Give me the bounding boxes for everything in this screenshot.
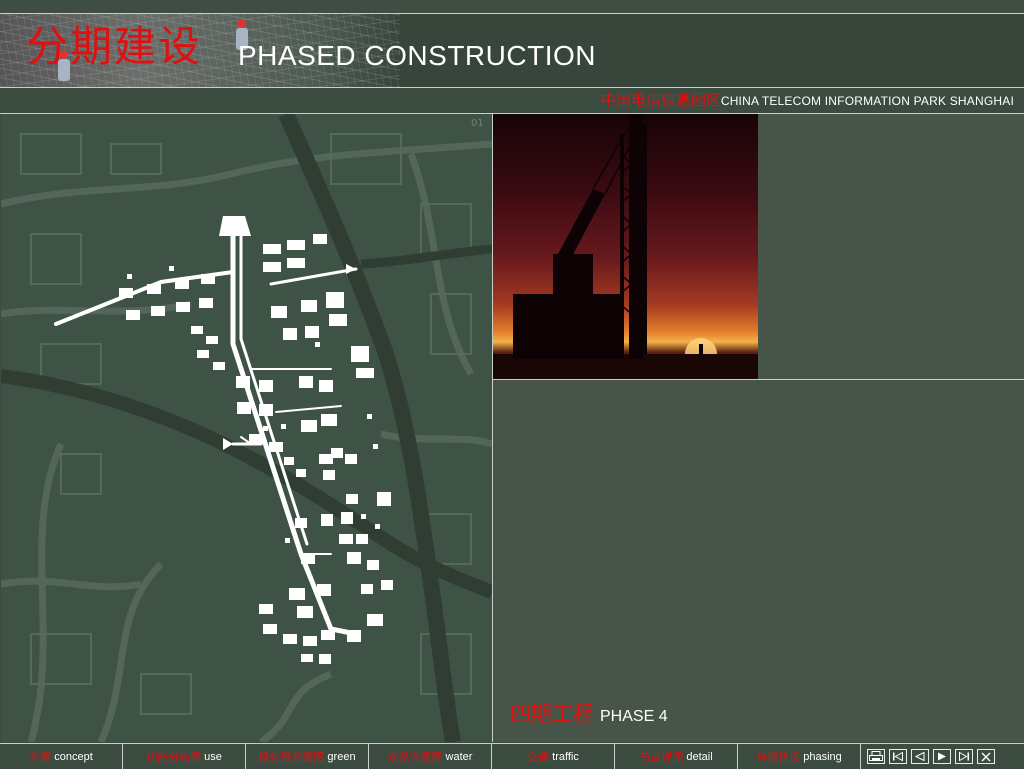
- print-icon[interactable]: [867, 749, 885, 764]
- nav-water-en: water: [445, 750, 473, 763]
- nav-concept-en: concept: [54, 750, 93, 763]
- nav-traffic[interactable]: 交通 traffic: [492, 744, 615, 769]
- nav-concept-cn: 方案: [29, 750, 52, 764]
- top-strip: [0, 0, 1024, 14]
- phase-label-cn: 四期工程: [510, 702, 594, 726]
- nav-detail[interactable]: 节点详图 detail: [615, 744, 738, 769]
- page-title-en: PHASED CONSTRUCTION: [238, 40, 596, 71]
- nav-use[interactable]: 功能分布图 use: [123, 744, 246, 769]
- next-page-icon[interactable]: [933, 749, 951, 764]
- crane-sunset-photo: [493, 114, 758, 379]
- project-name-cn: 中国电信信息园区: [600, 91, 721, 109]
- phase-label: 四期工程 PHASE 4: [510, 704, 668, 725]
- nav-detail-en: detail: [686, 750, 713, 763]
- map-page-number: 01: [471, 118, 484, 129]
- site-plan-map: 01: [1, 114, 492, 742]
- nav-traffic-cn: 交通: [527, 750, 550, 764]
- nav-use-cn: 功能分布图: [146, 750, 202, 764]
- project-bar: 中国电信信息园区 CHINA TELECOM INFORMATION PARK …: [0, 88, 1024, 113]
- nav-use-en: use: [204, 750, 222, 763]
- nav-water[interactable]: 水系方案图 water: [369, 744, 492, 769]
- nav-water-cn: 水系方案图: [387, 750, 443, 764]
- nav-phasing[interactable]: 分期建设 phasing: [738, 744, 861, 769]
- site-plan-drawing: [1, 114, 492, 742]
- phase-label-en: PHASE 4: [600, 708, 668, 725]
- photo-divider: [493, 379, 1024, 380]
- crane-silhouette: [493, 114, 758, 379]
- bottom-navigation: 方案 concept 功能分布图 use 绿化景方案图 green 水系方案图 wate…: [0, 743, 1024, 769]
- close-icon[interactable]: [977, 749, 995, 764]
- nav-phasing-en: phasing: [803, 750, 842, 763]
- nav-green-cn: 绿化景方案图: [258, 750, 325, 764]
- info-panel: 四期工程 PHASE 4: [493, 114, 1024, 742]
- previous-page-icon[interactable]: [911, 749, 929, 764]
- page-controls: [861, 744, 995, 769]
- nav-traffic-en: traffic: [552, 750, 579, 763]
- nav-detail-cn: 节点详图: [639, 750, 684, 764]
- project-name-en: CHINA TELECOM INFORMATION PARK SHANGHAI: [720, 94, 1014, 108]
- nav-phasing-cn: 分期建设: [756, 750, 801, 764]
- nav-green-en: green: [327, 750, 356, 763]
- last-page-icon[interactable]: [955, 749, 973, 764]
- first-page-icon[interactable]: [889, 749, 907, 764]
- header-banner: 分期建设 PHASED CONSTRUCTION: [0, 14, 1024, 87]
- nav-concept[interactable]: 方案 concept: [0, 744, 123, 769]
- page-title-cn: 分期建设: [26, 22, 203, 71]
- nav-green[interactable]: 绿化景方案图 green: [246, 744, 369, 769]
